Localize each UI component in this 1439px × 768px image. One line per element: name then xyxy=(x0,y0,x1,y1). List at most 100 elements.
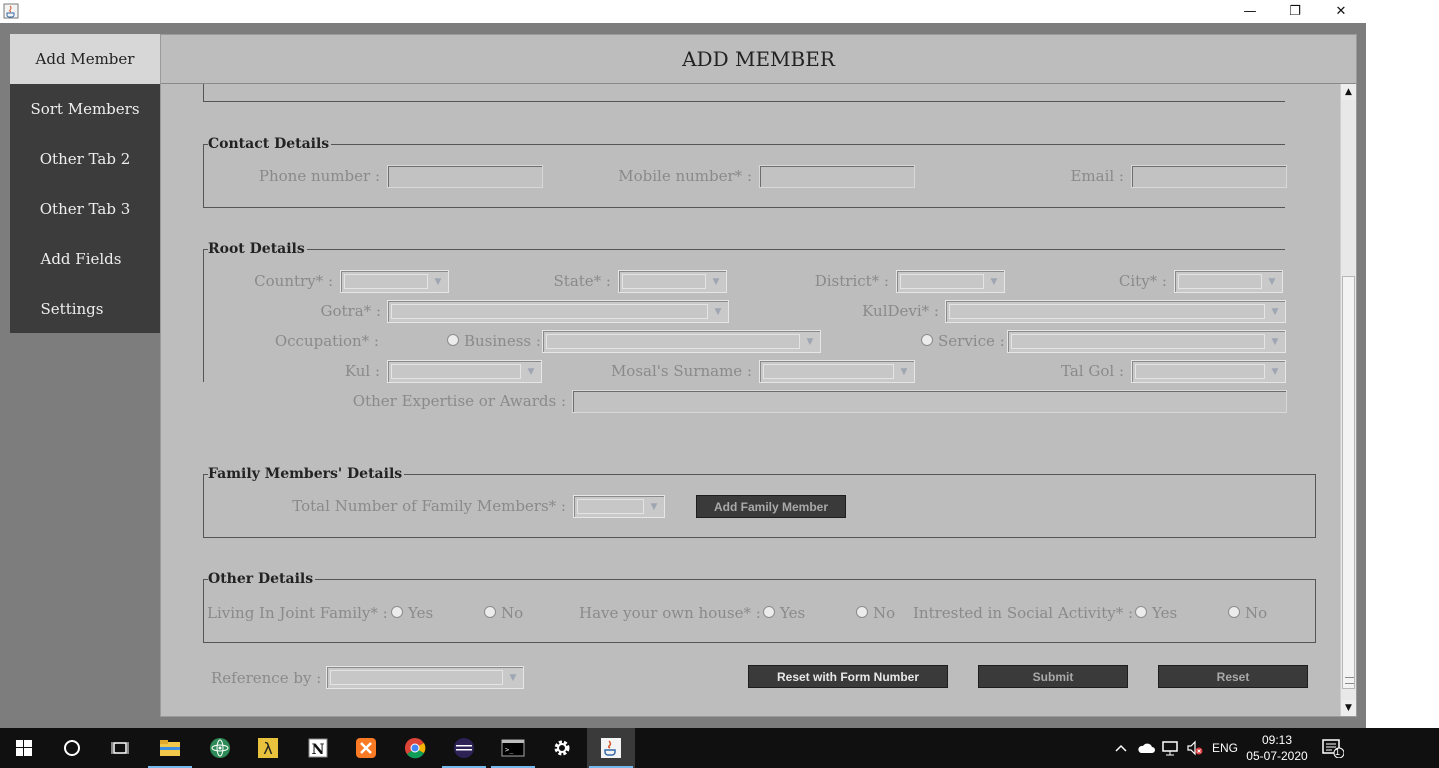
volume-muted-icon[interactable] xyxy=(1186,728,1204,768)
sidebar-item-sort-members[interactable]: Sort Members xyxy=(10,84,160,134)
page-title: ADD MEMBER xyxy=(161,35,1356,84)
chevron-down-icon: ▼ xyxy=(990,276,998,287)
business-radio[interactable] xyxy=(447,334,459,346)
social-activity-label: Intrested in Social Activity* : xyxy=(913,604,1134,622)
scroll-up-icon[interactable]: ▲ xyxy=(1341,84,1356,100)
scrollbar-thumb[interactable] xyxy=(1342,276,1355,689)
search-circle-icon[interactable] xyxy=(48,728,96,768)
vertical-scrollbar[interactable]: ▲ ▼ xyxy=(1340,84,1356,716)
contact-details-legend: Contact Details xyxy=(208,136,332,152)
business-label: Business : xyxy=(464,332,541,350)
svg-text:N: N xyxy=(312,742,325,758)
submit-button[interactable]: Submit xyxy=(978,665,1128,688)
social-activity-no-label: No xyxy=(1245,604,1268,622)
root-details-legend: Root Details xyxy=(208,241,307,257)
state-dropdown[interactable]: ▼ xyxy=(618,270,727,293)
chevron-down-icon: ▼ xyxy=(509,672,517,683)
service-dropdown[interactable]: ▼ xyxy=(1007,330,1286,353)
onedrive-cloud-icon[interactable] xyxy=(1137,728,1155,768)
network-icon[interactable] xyxy=(1161,728,1179,768)
reset-with-form-number-button[interactable]: Reset with Form Number xyxy=(748,665,948,688)
own-house-no-radio[interactable] xyxy=(856,606,868,618)
settings-gear-icon[interactable] xyxy=(538,728,586,768)
grip-icon xyxy=(1345,677,1354,684)
restore-button[interactable]: ❐ xyxy=(1272,0,1318,23)
chevron-down-icon: ▼ xyxy=(650,501,658,512)
country-dropdown[interactable]: ▼ xyxy=(340,270,449,293)
sidebar-item-other-tab-3[interactable]: Other Tab 3 xyxy=(10,184,160,234)
own-house-label: Have your own house* : xyxy=(579,604,761,622)
state-label: State* : xyxy=(553,272,611,290)
occupation-label: Occupation* : xyxy=(274,332,379,350)
tal-gol-label: Tal Gol : xyxy=(1061,362,1124,380)
reference-dropdown[interactable]: ▼ xyxy=(326,666,524,689)
reset-button[interactable]: Reset xyxy=(1158,665,1308,688)
sidebar-item-add-member[interactable]: Add Member xyxy=(10,34,160,84)
eclipse-icon[interactable] xyxy=(440,728,488,768)
clock[interactable]: 09:13 05-07-2020 xyxy=(1246,728,1308,768)
business-dropdown[interactable]: ▼ xyxy=(542,330,821,353)
notification-center-icon[interactable]: 1 xyxy=(1322,728,1344,768)
service-radio[interactable] xyxy=(921,334,933,346)
chevron-down-icon: ▼ xyxy=(1268,276,1276,287)
reference-label: Reference by : xyxy=(211,669,322,687)
kuldevi-dropdown[interactable]: ▼ xyxy=(945,300,1286,323)
svg-text:>_: >_ xyxy=(505,746,514,754)
own-house-no-label: No xyxy=(873,604,896,622)
chevron-down-icon: ▼ xyxy=(806,336,814,347)
phone-label: Phone number : xyxy=(258,167,380,185)
windows-start-icon[interactable] xyxy=(0,728,48,768)
service-label: Service : xyxy=(938,332,1005,350)
terminal-icon[interactable]: >_ xyxy=(489,728,537,768)
kul-dropdown[interactable]: ▼ xyxy=(387,360,542,383)
add-family-member-button[interactable]: Add Family Member xyxy=(696,495,846,518)
show-hidden-icons-chevron-icon[interactable] xyxy=(1114,728,1128,768)
social-activity-yes-label: Yes xyxy=(1152,604,1178,622)
joint-family-no-label: No xyxy=(501,604,524,622)
language-indicator[interactable]: ENG xyxy=(1212,728,1238,768)
joint-family-yes-radio[interactable] xyxy=(391,606,403,618)
joint-family-no-radio[interactable] xyxy=(484,606,496,618)
mobile-label: Mobile number* : xyxy=(618,167,752,185)
scroll-down-icon[interactable]: ▼ xyxy=(1341,700,1356,716)
sidebar: Add Member Sort Members Other Tab 2 Othe… xyxy=(10,34,160,333)
chevron-down-icon: ▼ xyxy=(1271,366,1279,377)
expertise-field[interactable] xyxy=(572,390,1287,413)
xampp-app-icon[interactable] xyxy=(342,728,390,768)
phone-field[interactable] xyxy=(387,165,543,188)
close-button[interactable]: ✕ xyxy=(1318,0,1364,23)
chevron-down-icon: ▼ xyxy=(712,276,720,287)
root-section-border xyxy=(203,249,1285,250)
mobile-field[interactable] xyxy=(759,165,915,188)
taskbar: λ N >_ ENG 09:13 05-07-2020 1 xyxy=(0,728,1439,768)
chevron-down-icon: ▼ xyxy=(1271,306,1279,317)
chevron-down-icon: ▼ xyxy=(900,366,908,377)
total-family-dropdown[interactable]: ▼ xyxy=(573,495,665,518)
own-house-yes-radio[interactable] xyxy=(763,606,775,618)
notion-app-icon[interactable]: N xyxy=(294,728,342,768)
city-label: City* : xyxy=(1118,272,1167,290)
chrome-icon[interactable] xyxy=(391,728,439,768)
clock-date: 05-07-2020 xyxy=(1246,749,1308,763)
gotra-dropdown[interactable]: ▼ xyxy=(387,300,729,323)
tal-gol-dropdown[interactable]: ▼ xyxy=(1131,360,1286,383)
gotra-label: Gotra* : xyxy=(320,302,381,320)
family-details-legend: Family Members' Details xyxy=(208,466,405,482)
district-dropdown[interactable]: ▼ xyxy=(896,270,1005,293)
city-dropdown[interactable]: ▼ xyxy=(1174,270,1283,293)
sidebar-item-settings[interactable]: Settings xyxy=(10,284,160,334)
atom-app-icon[interactable] xyxy=(196,728,244,768)
country-label: Country* : xyxy=(254,272,333,290)
section-border xyxy=(203,101,1285,102)
file-explorer-icon[interactable] xyxy=(146,728,194,768)
java-app-taskbar-icon[interactable] xyxy=(587,728,635,768)
lambda-app-icon[interactable]: λ xyxy=(244,728,292,768)
email-field[interactable] xyxy=(1131,165,1287,188)
social-activity-yes-radio[interactable] xyxy=(1135,606,1147,618)
social-activity-no-radio[interactable] xyxy=(1228,606,1240,618)
task-view-icon[interactable] xyxy=(96,728,144,768)
sidebar-item-other-tab-2[interactable]: Other Tab 2 xyxy=(10,134,160,184)
sidebar-item-add-fields[interactable]: Add Fields xyxy=(10,234,160,284)
minimize-button[interactable]: — xyxy=(1227,0,1273,23)
mosal-surname-dropdown[interactable]: ▼ xyxy=(759,360,915,383)
